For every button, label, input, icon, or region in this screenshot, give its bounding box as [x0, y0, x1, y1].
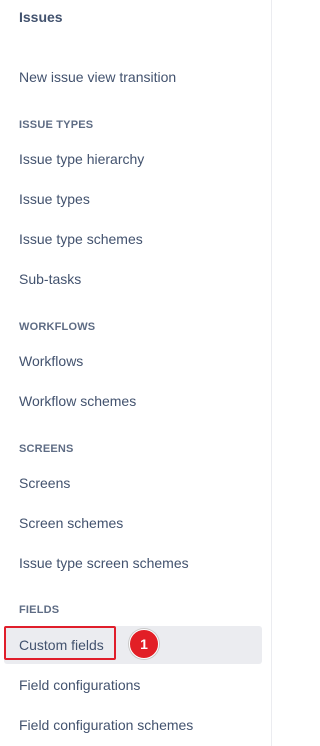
sidebar-item-issue-type-hierarchy[interactable]: Issue type hierarchy [19, 151, 144, 167]
annotation-badge: 1 [129, 629, 159, 659]
sidebar-title: Issues [19, 9, 63, 25]
sidebar-item-sub-tasks[interactable]: Sub-tasks [19, 271, 81, 287]
sidebar-item-workflows[interactable]: Workflows [19, 353, 83, 369]
section-header-issue-types: ISSUE TYPES [19, 119, 94, 131]
annotation-highlight-box [4, 626, 116, 660]
sidebar: Issues New issue view transition ISSUE T… [0, 0, 272, 746]
section-header-fields: FIELDS [19, 604, 60, 616]
sidebar-item-issue-type-schemes[interactable]: Issue type schemes [19, 231, 143, 247]
sidebar-item-screen-schemes[interactable]: Screen schemes [19, 515, 123, 531]
section-header-screens: SCREENS [19, 443, 74, 455]
sidebar-item-field-configuration-schemes[interactable]: Field configuration schemes [19, 717, 193, 733]
sidebar-item-screens[interactable]: Screens [19, 475, 70, 491]
sidebar-item-workflow-schemes[interactable]: Workflow schemes [19, 393, 136, 409]
sidebar-item-issue-type-screen-schemes[interactable]: Issue type screen schemes [19, 555, 189, 571]
sidebar-item-field-configurations[interactable]: Field configurations [19, 677, 140, 693]
section-header-workflows: WORKFLOWS [19, 321, 96, 333]
sidebar-item-issue-types[interactable]: Issue types [19, 191, 90, 207]
sidebar-item-new-issue-view-transition[interactable]: New issue view transition [19, 69, 176, 85]
